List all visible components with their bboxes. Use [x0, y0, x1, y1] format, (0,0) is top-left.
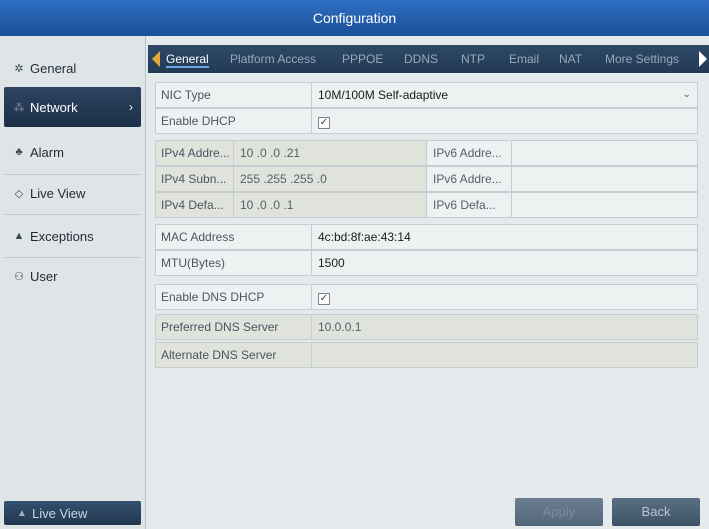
eye-icon: ◇	[14, 187, 24, 200]
ipv4-address-label: IPv4 Addre...	[161, 146, 230, 160]
apply-button[interactable]: Apply	[515, 498, 603, 526]
network-icon: ⁂	[13, 101, 25, 114]
sidebar-item-label: Alarm	[30, 144, 64, 160]
preferred-dns-label: Preferred DNS Server	[161, 320, 279, 334]
sidebar-item-alarm[interactable]: ♣ Alarm	[4, 132, 141, 172]
nic-type-select[interactable]: 10M/100M Self-adaptive ⌄	[311, 83, 697, 107]
ipv6-gateway-label: IPv6 Defa...	[426, 193, 511, 217]
sidebar-item-network[interactable]: ⁂ Network ›	[4, 87, 141, 127]
tab-nat[interactable]: NAT	[559, 45, 582, 73]
scroll-left-icon[interactable]	[152, 51, 160, 67]
sidebar-item-user[interactable]: ⚇ User	[4, 256, 141, 296]
sidebar-item-label: Network	[30, 99, 78, 115]
preferred-dns-field[interactable]: 10.0.0.1	[311, 315, 697, 339]
gear-icon: ✲	[14, 62, 24, 75]
live-view-button[interactable]: ▲ Live View	[4, 501, 141, 525]
nic-type-value: 10M/100M Self-adaptive	[318, 88, 449, 102]
ipv6-address-label-2: IPv6 Addre...	[426, 167, 511, 191]
sidebar-item-exceptions[interactable]: ▲ Exceptions	[4, 216, 141, 256]
warning-icon: ▲	[13, 230, 25, 242]
scroll-right-icon[interactable]	[699, 51, 707, 67]
divider	[4, 214, 141, 215]
enable-dhcp-row: Enable DHCP ✓	[155, 108, 698, 134]
mtu-row: MTU(Bytes) 1500	[155, 250, 698, 276]
ipv4-gateway-row: IPv4 Defa... 10 .0 .0 .1 IPv6 Defa...	[155, 192, 698, 218]
chevron-down-icon: ⌄	[682, 89, 691, 100]
tab-bar: General Platform Access PPPOE DDNS NTP E…	[148, 45, 709, 73]
sidebar-item-label: General	[30, 60, 77, 76]
tab-ddns[interactable]: DDNS	[404, 45, 438, 73]
tab-ntp[interactable]: NTP	[461, 45, 485, 73]
sidebar-item-live-view[interactable]: ◇ Live View	[4, 173, 141, 213]
enable-dns-dhcp-cell: ✓	[311, 285, 697, 309]
ipv6-gateway-field	[511, 193, 697, 217]
preferred-dns-row: Preferred DNS Server 10.0.0.1	[155, 314, 698, 340]
mac-address-row: MAC Address 4c:bd:8f:ae:43:14	[155, 224, 698, 250]
mtu-label: MTU(Bytes)	[161, 256, 225, 270]
tab-more-settings[interactable]: More Settings	[605, 45, 679, 73]
ipv4-subnet-row: IPv4 Subn... 255 .255 .255 .0 IPv6 Addre…	[155, 166, 698, 192]
tab-email[interactable]: Email	[509, 45, 539, 73]
mac-address-value: 4c:bd:8f:ae:43:14	[311, 225, 697, 249]
users-icon: ⚇	[14, 270, 24, 283]
sidebar-item-label: Live View	[30, 185, 86, 201]
ipv4-subnet-label: IPv4 Subn...	[161, 172, 227, 186]
enable-dhcp-label: Enable DHCP	[161, 114, 236, 128]
window-title: Configuration	[0, 0, 709, 36]
tab-platform-access[interactable]: Platform Access	[230, 45, 316, 73]
home-icon: ▲	[17, 507, 27, 519]
sidebar-item-general[interactable]: ✲ General	[4, 48, 141, 88]
tab-general[interactable]: General	[166, 45, 209, 73]
sidebar-item-label: User	[30, 268, 58, 284]
ipv6-address-field-2	[511, 167, 697, 191]
alternate-dns-row: Alternate DNS Server	[155, 342, 698, 368]
enable-dhcp-cell: ✓	[311, 109, 697, 133]
alarm-icon: ♣	[15, 146, 23, 158]
sidebar: ✲ General ⁂ Network › ♣ Alarm ◇ Live Vie…	[0, 36, 146, 529]
ipv4-address-row: IPv4 Addre... 10 .0 .0 .21 IPv6 Addre...	[155, 140, 698, 166]
ipv4-subnet-field[interactable]: 255 .255 .255 .0	[233, 167, 426, 191]
ipv6-address-label: IPv6 Addre...	[426, 141, 511, 165]
nic-type-row: NIC Type 10M/100M Self-adaptive ⌄	[155, 82, 698, 108]
ipv4-address-field[interactable]: 10 .0 .0 .21	[233, 141, 426, 165]
alternate-dns-field[interactable]	[311, 343, 697, 367]
ipv4-gateway-label: IPv4 Defa...	[161, 198, 224, 212]
nic-type-label: NIC Type	[161, 88, 211, 102]
config-window: ✲ General ⁂ Network › ♣ Alarm ◇ Live Vie…	[0, 36, 709, 529]
enable-dns-dhcp-row: Enable DNS DHCP ✓	[155, 284, 698, 310]
chevron-right-icon: ›	[129, 100, 133, 114]
sidebar-item-label: Exceptions	[30, 228, 94, 244]
ipv6-address-field	[511, 141, 697, 165]
mtu-field[interactable]: 1500	[311, 251, 697, 275]
enable-dns-dhcp-checkbox[interactable]: ✓	[318, 293, 330, 305]
ipv4-gateway-field[interactable]: 10 .0 .0 .1	[233, 193, 426, 217]
enable-dns-dhcp-label: Enable DNS DHCP	[161, 290, 265, 304]
back-button[interactable]: Back	[612, 498, 700, 526]
live-view-label: Live View	[32, 505, 88, 521]
enable-dhcp-checkbox[interactable]: ✓	[318, 117, 330, 129]
tab-pppoe[interactable]: PPPOE	[342, 45, 383, 73]
mac-address-label: MAC Address	[161, 230, 235, 244]
alternate-dns-label: Alternate DNS Server	[161, 348, 277, 362]
